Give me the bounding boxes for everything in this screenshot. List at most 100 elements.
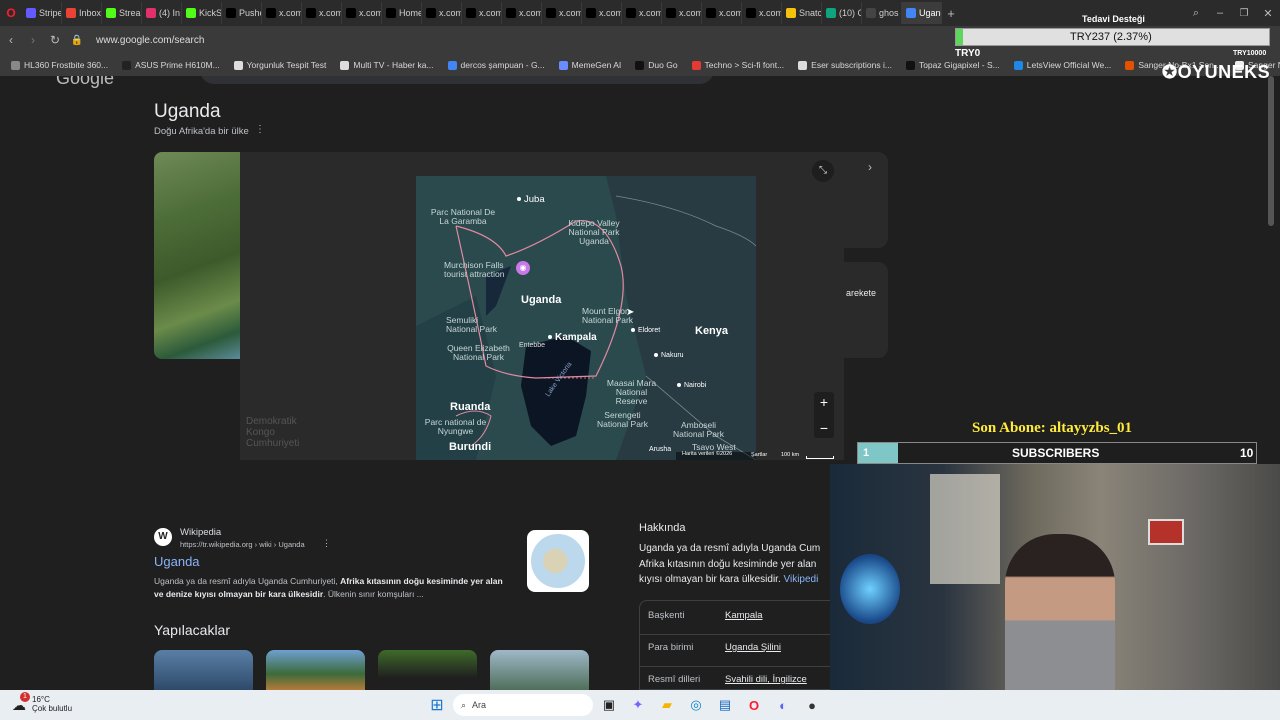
store-icon[interactable]: ▤ (712, 692, 738, 718)
fact-value-link[interactable]: Svahili dili, İngilizce (725, 674, 807, 685)
fact-value-link[interactable]: Kampala (725, 610, 763, 621)
bookmark-8[interactable]: Eser subscriptions i... (791, 60, 899, 70)
forest-photo[interactable] (154, 152, 242, 359)
tab-22[interactable]: Uganda (902, 2, 942, 24)
weather-condition: Çok bulutlu (32, 704, 73, 713)
site-info-icon[interactable]: 🔒 (66, 35, 88, 46)
result-menu-icon[interactable]: ⋮ (322, 538, 331, 549)
tab-15[interactable]: x.com (622, 2, 662, 24)
tab-18[interactable]: x.com (742, 2, 782, 24)
tab-favicon-icon (906, 8, 916, 18)
bookmark-7[interactable]: Techno > Sci-fi font... (685, 60, 792, 70)
fact-value-link[interactable]: Uganda Şilini (725, 642, 781, 653)
taskbar-search[interactable]: ⌕ Ara (453, 694, 593, 716)
tab-11[interactable]: x.com (462, 2, 502, 24)
map-terms-link[interactable]: Şartlar (751, 452, 767, 458)
tab-3[interactable]: (4) In (142, 2, 182, 24)
url-field[interactable]: www.google.com/search (96, 35, 204, 46)
result-url: https://tr.wikipedia.org › wiki › Uganda (180, 540, 305, 549)
map-label-nyungwe: Parc national de Nyungwe (424, 417, 487, 436)
bookmark-2[interactable]: Yorgunluk Tespit Test (227, 60, 334, 70)
map-label-murchison: Murchison Falls tourist attraction (444, 260, 505, 279)
zoom-out-button[interactable]: − (814, 418, 834, 438)
opera-icon[interactable]: O (741, 692, 767, 718)
tab-5[interactable]: Pushe (222, 2, 262, 24)
result-site-name: Wikipedia (180, 527, 222, 538)
webcam-pc-glow (840, 554, 900, 624)
todo-card-1[interactable] (154, 650, 253, 690)
tab-14[interactable]: x.com (582, 2, 622, 24)
webcam-window-light (930, 474, 1000, 584)
tab-label: Stripe (39, 8, 62, 18)
todo-card-2[interactable] (266, 650, 365, 690)
tab-10[interactable]: x.com (422, 2, 462, 24)
todo-card-4[interactable] (490, 650, 589, 690)
bookmark-5[interactable]: MemeGen AI (552, 60, 629, 70)
new-tab-button[interactable]: + (942, 6, 960, 21)
close-window-button[interactable]: ✕ (1256, 7, 1280, 20)
result-snippet: Uganda ya da resmî adıyla Uganda Cumhuri… (154, 575, 504, 601)
search-box[interactable] (200, 76, 714, 84)
copilot-icon[interactable]: ✦ (625, 692, 651, 718)
result-globe-thumbnail[interactable] (527, 530, 589, 592)
more-options-icon[interactable]: ⋮ (255, 124, 265, 135)
bookmark-0[interactable]: HL360 Frostbite 360... (4, 60, 115, 70)
map-label-garamba: Parc National De La Garamba (430, 207, 496, 226)
collapse-map-button[interactable]: ⤡ (812, 160, 834, 182)
zoom-in-button[interactable]: + (814, 392, 834, 412)
subscriber-goal: 10 (1240, 446, 1254, 460)
attraction-pin-icon[interactable]: ◉ (516, 261, 530, 275)
tab-13[interactable]: x.com (542, 2, 582, 24)
scrollbar[interactable] (1268, 76, 1274, 226)
tab-7[interactable]: x.com (302, 2, 342, 24)
tab-20[interactable]: (10) C (822, 2, 862, 24)
task-view-icon[interactable]: ▣ (596, 692, 622, 718)
tab-8[interactable]: x.com (342, 2, 382, 24)
discord-icon[interactable]: ◐ (770, 692, 796, 718)
search-tabs-icon[interactable]: ⌕ (1184, 7, 1208, 20)
tab-6[interactable]: x.com (262, 2, 302, 24)
edge-icon[interactable]: ◎ (683, 692, 709, 718)
taskbar-search-placeholder: Ara (472, 700, 487, 710)
tab-21[interactable]: ghos (862, 2, 902, 24)
next-chevron-icon[interactable]: › (868, 160, 872, 174)
result-title-link[interactable]: Uganda (154, 554, 200, 569)
todo-card-3[interactable] (378, 650, 477, 690)
weather-widget[interactable]: ☁ 16°C Çok bulutlu (0, 695, 260, 714)
fact-divider (640, 634, 830, 635)
bookmark-label: dercos şampuan - G... (460, 60, 545, 70)
minimize-button[interactable]: – (1208, 7, 1232, 19)
bookmark-label: Duo Go (648, 60, 678, 70)
bookmark-3[interactable]: Multi TV - Haber ka... (333, 60, 440, 70)
tab-1[interactable]: Inbox (62, 2, 102, 24)
tab-12[interactable]: x.com (502, 2, 542, 24)
file-explorer-icon[interactable]: ▰ (654, 692, 680, 718)
tab-0[interactable]: Stripe (22, 2, 62, 24)
bookmark-1[interactable]: ASUS Prime H610M... (115, 60, 227, 70)
tab-19[interactable]: Snatc (782, 2, 822, 24)
opera-logo-icon[interactable]: O (0, 6, 22, 20)
map-label-juba: Juba (517, 195, 545, 205)
tab-9[interactable]: Home (382, 2, 422, 24)
tab-17[interactable]: x.com (702, 2, 742, 24)
maximize-button[interactable]: ❐ (1232, 8, 1256, 19)
tab-16[interactable]: x.com (662, 2, 702, 24)
tab-4[interactable]: KickS (182, 2, 222, 24)
back-button[interactable]: ‹ (0, 33, 22, 47)
bookmark-10[interactable]: LetsView Official We... (1007, 60, 1119, 70)
app-icon[interactable]: ● (799, 692, 825, 718)
reload-button[interactable]: ↻ (44, 33, 66, 47)
tab-2[interactable]: Stream (102, 2, 142, 24)
search-icon: ⌕ (461, 699, 467, 710)
bookmark-9[interactable]: Topaz Gigapixel - S... (899, 60, 1007, 70)
tab-favicon-icon (386, 8, 396, 18)
map-label-uganda: Uganda (521, 294, 562, 306)
about-wiki-link[interactable]: Vikipedi (784, 574, 819, 585)
forward-button[interactable]: › (22, 33, 44, 47)
uganda-map[interactable]: Juba Parc National De La Garamba Kidepo … (416, 176, 756, 460)
bookmark-label: ASUS Prime H610M... (135, 60, 220, 70)
bookmark-4[interactable]: dercos şampuan - G... (441, 60, 552, 70)
start-button[interactable]: ⊞ (424, 692, 450, 718)
bookmark-6[interactable]: Duo Go (628, 60, 684, 70)
tab-favicon-icon (466, 8, 476, 18)
